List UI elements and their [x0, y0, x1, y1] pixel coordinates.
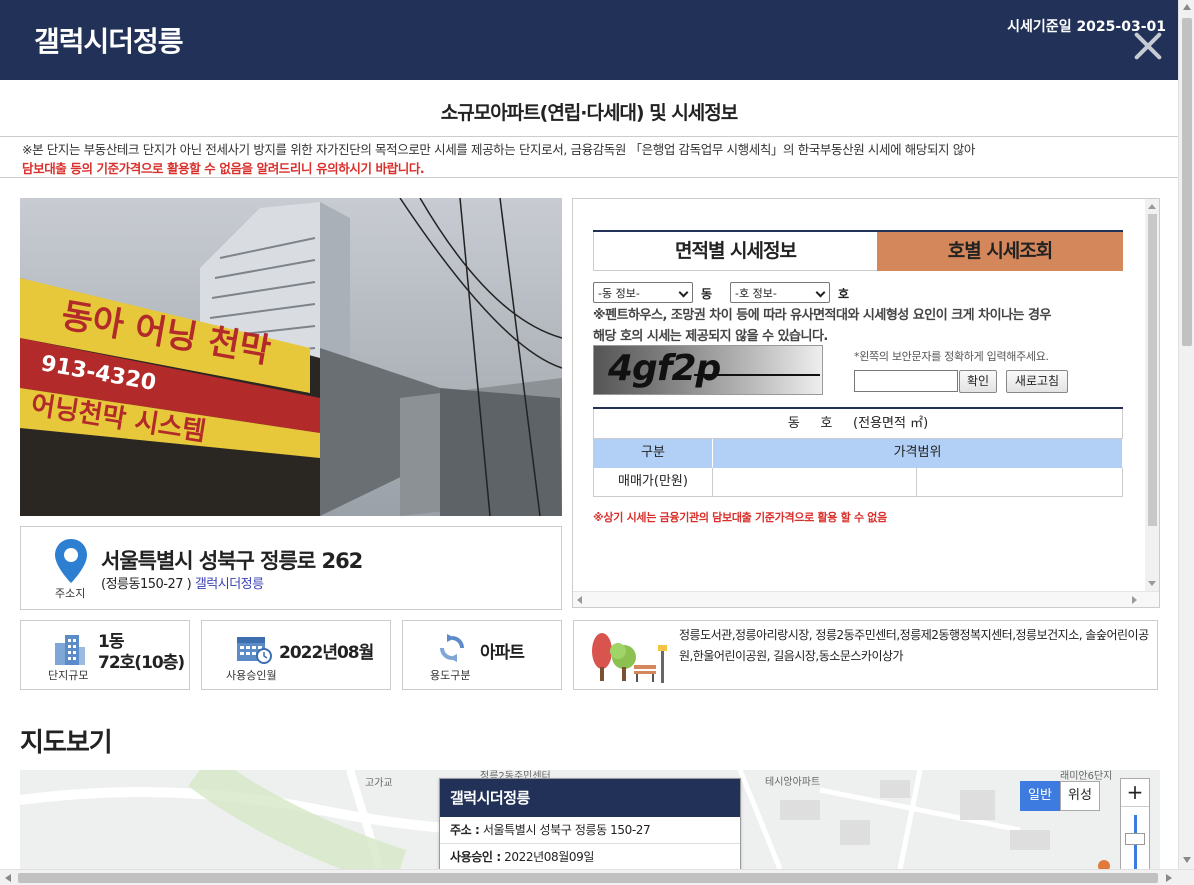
dong-select[interactable]: -동 정보- [593, 282, 693, 303]
unit-count: 72호(10층) [98, 653, 185, 673]
price-high-cell [917, 468, 1123, 497]
price-tabs: 면적별 시세정보 호별 시세조회 [593, 230, 1123, 271]
zoom-control: + [1120, 778, 1150, 869]
modal-header: 갤럭시더정릉 시세기준일 2025-03-01 [0, 0, 1178, 80]
map-label: 고가교 [365, 778, 393, 789]
map-type-satellite-button[interactable]: 위성 [1060, 781, 1100, 811]
usage-box: 용도구분 아파트 [402, 620, 562, 690]
panel-vertical-scrollbar[interactable] [1145, 199, 1159, 591]
refresh-button[interactable]: 새로고침 [1006, 370, 1068, 393]
table-title: 동 호 (전용면적 ㎡) [593, 409, 1123, 439]
facility-list: 정릉도서관,정릉아리랑시장, 정릉2동주민센터,정릉제2동행정복지센터,정릉보건… [679, 628, 1149, 663]
table-row: 매매가(만원) [593, 468, 1123, 497]
price-panel: 면적별 시세정보 호별 시세조회 -동 정보- 동 -호 정보- 호 ※펜트하우… [572, 198, 1160, 608]
map-view[interactable]: 정릉2동주민센터 테시앙아파트 래미안6단지 고가교 갤럭시더정릉 주소 : 서… [20, 770, 1160, 869]
road-address: 서울특별시 성북구 정릉로 262 [101, 549, 363, 573]
col-price-range: 가격범위 [713, 439, 1123, 468]
page-vertical-scrollbar[interactable] [1178, 0, 1194, 869]
notice-line: ※본 단지는 부동산테크 단지가 아닌 전세사기 방지를 위한 자가진단의 목적… [22, 142, 975, 157]
row-sale-price-label: 매매가(만원) [593, 468, 713, 497]
park-icon [592, 633, 667, 683]
captcha-noise-line [694, 374, 820, 376]
tab-area-price[interactable]: 면적별 시세정보 [593, 232, 877, 271]
table-header-row: 구분 가격범위 [593, 439, 1123, 468]
collateral-footnote: ※상기 시세는 금융기관의 담보대출 기준가격으로 활용 할 수 없음 [593, 511, 887, 524]
ho-unit-label: 호 [838, 287, 850, 301]
map-label: 테시앙아파트 [765, 777, 821, 788]
usage-label: 용도구분 [430, 669, 471, 682]
warning-line: 해당 호의 시세는 제공되지 않을 수 있습니다. [593, 329, 828, 344]
popup-approval-label: 사용승인 : [450, 850, 501, 864]
warning-line: ※펜트하우스, 조망권 차이 등에 따라 유사면적대와 시세형성 요인이 크게 … [593, 308, 1051, 323]
panel-horizontal-scrollbar[interactable] [573, 591, 1159, 607]
map-type-normal-button[interactable]: 일반 [1020, 781, 1060, 811]
nearby-facilities-box: 정릉도서관,정릉아리랑시장, 정릉2동주민센터,정릉제2동행정복지센터,정릉보건… [573, 620, 1158, 690]
address-box: 주소지 서울특별시 성북구 정릉로 262 (정릉동150-27 ) 갤럭시더정… [20, 526, 562, 610]
zoom-handle[interactable] [1125, 833, 1145, 845]
approval-label: 사용승인월 [226, 669, 277, 682]
ho-select[interactable]: -호 정보- [730, 282, 830, 303]
captcha-image: 4gf2p [593, 345, 823, 395]
page-horizontal-scrollbar[interactable] [0, 869, 1194, 885]
location-pin-icon [55, 539, 87, 583]
approval-month: 2022년08월 [279, 643, 374, 663]
map-info-popup: 갤럭시더정릉 주소 : 서울특별시 성북구 정릉동 150-27 사용승인 : … [439, 778, 741, 869]
calendar-icon [237, 637, 272, 664]
captcha-input[interactable] [854, 370, 958, 392]
close-icon[interactable] [1132, 30, 1164, 62]
popup-address: 서울특별시 성북구 정릉동 150-27 [482, 823, 651, 837]
unit-price-table: 동 호 (전용면적 ㎡) 구분 가격범위 매매가(만원) [593, 407, 1123, 497]
captcha-text: 4gf2p [608, 348, 721, 389]
complex-name-link[interactable]: 갤럭시더정릉 [195, 577, 264, 592]
popup-approval: 2022년08월09일 [504, 850, 594, 864]
popup-title: 갤럭시더정릉 [440, 779, 740, 817]
usage-type: 아파트 [480, 643, 525, 663]
jibun-address: (정릉동150-27 ) 갤럭시더정릉 [101, 573, 264, 592]
complex-title: 갤럭시더정릉 [34, 25, 184, 58]
popup-address-row: 주소 : 서울특별시 성북구 정릉동 150-27 [440, 817, 740, 844]
address-label: 주소지 [55, 587, 86, 600]
dong-unit-label: 동 [701, 287, 713, 301]
captcha-hint: *왼쪽의 보안문자를 정확하게 입력해주세요. [854, 350, 1049, 363]
penthouse-warning: ※펜트하우스, 조망권 차이 등에 따라 유사면적대와 시세형성 요인이 크게 … [593, 305, 1123, 347]
notice-warning: 담보대출 등의 기준가격으로 활용할 수 없음을 알려드리니 유의하시기 바랍니… [22, 161, 425, 176]
tab-unit-price[interactable]: 호별 시세조회 [877, 232, 1123, 271]
confirm-button[interactable]: 확인 [959, 370, 997, 393]
complex-scale-box: 단지규모 1동 72호(10층) [20, 620, 190, 690]
col-category: 구분 [593, 439, 713, 468]
building-icon [55, 635, 85, 665]
building-photo: 동아 어닝 천막 913-4320 어닝천막 시스템 [20, 198, 562, 516]
refresh-cycle-icon [440, 634, 464, 662]
map-title: 지도보기 [20, 728, 113, 758]
price-low-cell [713, 468, 917, 497]
zoom-in-button[interactable]: + [1121, 779, 1149, 807]
dong-count: 1동 [98, 632, 124, 652]
approval-box: 사용승인월 2022년08월 [201, 620, 391, 690]
popup-approval-row: 사용승인 : 2022년08월09일 [440, 844, 740, 869]
notice-box: ※본 단지는 부동산테크 단지가 아닌 전세사기 방지를 위한 자가진단의 목적… [0, 136, 1178, 178]
scale-label: 단지규모 [48, 669, 89, 682]
section-subtitle: 소규모아파트(연립·다세대) 및 시세정보 [440, 102, 739, 124]
jibun-text: (정릉동150-27 ) [101, 577, 195, 592]
popup-address-label: 주소 : [450, 823, 480, 837]
